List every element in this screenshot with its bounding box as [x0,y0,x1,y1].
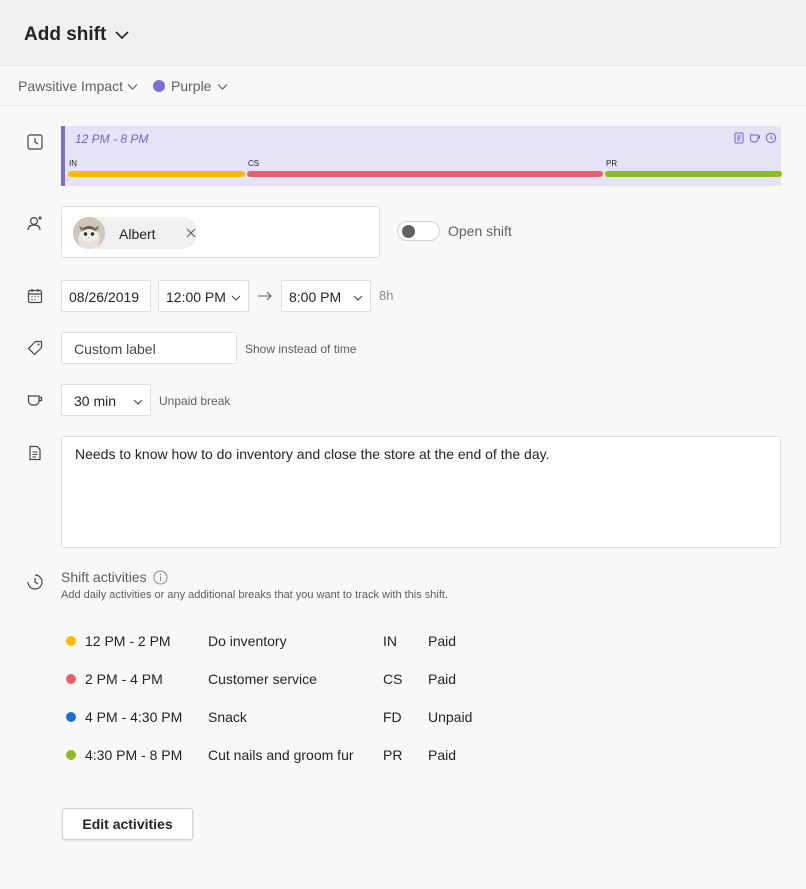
shift-activities-description: Add daily activities or any additional b… [61,589,449,601]
clock-icon [27,134,43,150]
activity-color-dot [66,712,76,722]
activity-name: Snack [208,709,247,725]
activity-time: 4:30 PM - 8 PM [85,747,183,763]
theme-label: Purple [171,78,212,94]
tag-icon [27,340,43,356]
activity-name: Cut nails and groom fur [208,747,354,763]
shift-activities-label: Shift activities [61,569,147,585]
assignee-chip[interactable]: Albert [73,217,197,249]
activity-clock-icon [27,574,43,590]
segment-code: IN [69,159,77,168]
team-label: Pawsitive Impact [18,78,124,94]
chevron-down-icon [231,295,241,301]
activities-clock-icon [765,132,777,144]
coffee-cup-icon [27,395,43,406]
assignee-picker[interactable]: Albert [61,206,380,258]
timeline-segment-cs: CS [246,159,604,179]
assignee-name: Albert [119,226,156,242]
theme-color-dot [153,80,165,92]
timeline-time-range: 12 PM - 8 PM [75,132,149,146]
timeline-segment-pr: PR [604,159,783,179]
activity-time: 4 PM - 4:30 PM [85,709,183,725]
edit-activities-button[interactable]: Edit activities [62,808,193,840]
break-dropdown[interactable]: 30 min [61,384,151,416]
date-field[interactable]: 08/26/2019 [61,280,151,312]
avatar [73,217,105,249]
segment-bar [247,171,603,177]
date-value: 08/26/2019 [69,289,140,305]
shift-options-bar: Pawsitive Impact Purple [0,66,806,106]
activity-color-dot [66,674,76,684]
activity-code: FD [383,709,402,725]
timeline-segment-in: IN [67,159,246,179]
notes-icon [734,132,744,144]
chevron-down-icon [218,83,228,90]
activity-row[interactable]: 2 PM - 4 PM Customer service CS Paid [64,669,564,691]
info-icon[interactable] [153,570,168,585]
toggle-knob [402,225,415,238]
panel-header: Add shift [0,0,806,66]
segment-code: CS [248,159,260,168]
break-cup-icon [750,134,760,143]
notes-text: Needs to know how to do inventory and cl… [75,446,550,462]
activity-pay: Paid [428,633,457,649]
activity-name: Customer service [208,671,317,687]
start-time-value: 12:00 PM [166,289,226,305]
end-time-value: 8:00 PM [289,289,342,305]
theme-color-dropdown[interactable]: Purple [153,78,228,94]
assign-person-icon [27,216,42,231]
shift-timeline[interactable]: 12 PM - 8 PM IN CS PR [61,126,783,186]
break-hint: Unpaid break [159,394,231,408]
notes-textarea[interactable]: Needs to know how to do inventory and cl… [61,436,781,548]
shift-duration: 8h [379,288,394,303]
break-value: 30 min [74,393,117,409]
activity-row[interactable]: 12 PM - 2 PM Do inventory IN Paid [64,631,564,653]
chevron-down-icon[interactable] [113,26,131,44]
custom-label-hint: Show instead of time [245,342,357,356]
timeline-indicators [733,132,777,144]
segment-bar [68,171,245,177]
activity-color-dot [66,750,76,760]
activity-pay: Paid [428,671,457,687]
custom-label-input[interactable]: Custom label [61,332,237,364]
activity-code: IN [383,633,397,649]
calendar-icon [27,289,43,304]
activity-code: PR [383,747,403,763]
chevron-down-icon [133,399,143,405]
activity-name: Do inventory [208,633,287,649]
activity-code: CS [383,671,403,687]
close-icon[interactable] [185,227,197,239]
segment-code: PR [606,159,618,168]
shift-activities-title: Shift activities [61,569,168,585]
start-time-dropdown[interactable]: 12:00 PM [158,280,249,312]
notes-icon [29,445,41,461]
segment-bar [605,171,782,177]
activity-time: 2 PM - 4 PM [85,671,163,687]
activity-pay: Paid [428,747,457,763]
team-dropdown[interactable]: Pawsitive Impact [18,78,138,94]
custom-label-placeholder: Custom label [74,341,156,357]
activity-row[interactable]: 4 PM - 4:30 PM Snack FD Unpaid [64,707,564,729]
open-shift-toggle[interactable] [397,221,440,241]
chevron-down-icon [127,83,138,90]
activity-time: 12 PM - 2 PM [85,633,171,649]
activity-row[interactable]: 4:30 PM - 8 PM Cut nails and groom fur P… [64,745,564,767]
panel-title: Add shift [24,24,107,45]
end-time-dropdown[interactable]: 8:00 PM [281,280,371,312]
activity-pay: Unpaid [428,709,473,725]
chevron-down-icon [353,295,363,301]
arrow-right-icon [258,291,272,301]
open-shift-label: Open shift [448,223,512,239]
activity-color-dot [66,636,76,646]
